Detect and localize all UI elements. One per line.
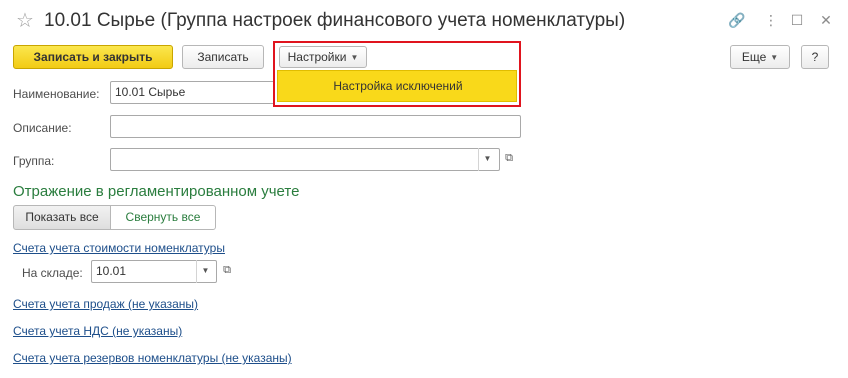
save-and-close-button[interactable]: Записать и закрыть [13, 45, 173, 69]
name-label: Наименование: [13, 87, 100, 101]
open-window-icon: ⧉ [223, 264, 231, 276]
warehouse-dropdown-button[interactable]: ▼ [196, 260, 214, 283]
sales-accounts-link[interactable]: Счета учета продаж (не указаны) [13, 296, 198, 312]
cost-accounts-link[interactable]: Счета учета стоимости номенклатуры [13, 240, 225, 256]
description-field[interactable] [110, 115, 521, 138]
group-field[interactable] [110, 148, 500, 171]
help-button[interactable]: ? [801, 45, 829, 69]
favorite-star-icon[interactable]: ☆ [16, 9, 34, 33]
reserves-accounts-link[interactable]: Счета учета резервов номенклатуры (не ук… [13, 350, 292, 366]
collapse-all-button[interactable]: Свернуть все [110, 205, 216, 230]
close-icon[interactable]: ✕ [816, 10, 836, 30]
group-label: Группа: [13, 154, 55, 168]
warehouse-open-button[interactable]: ⧉ [218, 260, 236, 283]
maximize-icon[interactable]: ☐ [787, 10, 807, 30]
highlight-frame [273, 41, 521, 107]
save-button[interactable]: Записать [182, 45, 264, 69]
show-all-button[interactable]: Показать все [13, 205, 111, 230]
chevron-down-icon: ▼ [483, 154, 492, 163]
chevron-down-icon: ▼ [201, 266, 210, 275]
group-open-button[interactable]: ⧉ [500, 148, 518, 171]
section-title: Отражение в регламентированном учете [13, 183, 300, 200]
link-icon[interactable]: 🔗 [727, 10, 747, 30]
open-window-icon: ⧉ [505, 152, 513, 164]
chevron-down-icon: ▼ [770, 53, 779, 62]
more-actions-icon[interactable]: ⋮ [761, 10, 781, 30]
vat-accounts-link[interactable]: Счета учета НДС (не указаны) [13, 323, 182, 339]
name-field[interactable]: 10.01 Сырье [110, 81, 275, 104]
more-button-label: Еще [741, 50, 767, 64]
more-button[interactable]: Еще ▼ [730, 45, 790, 69]
window-title: 10.01 Сырье (Группа настроек финансового… [44, 10, 626, 31]
warehouse-label: На складе: [22, 266, 83, 280]
description-label: Описание: [13, 121, 72, 135]
group-dropdown-button[interactable]: ▼ [478, 148, 496, 171]
